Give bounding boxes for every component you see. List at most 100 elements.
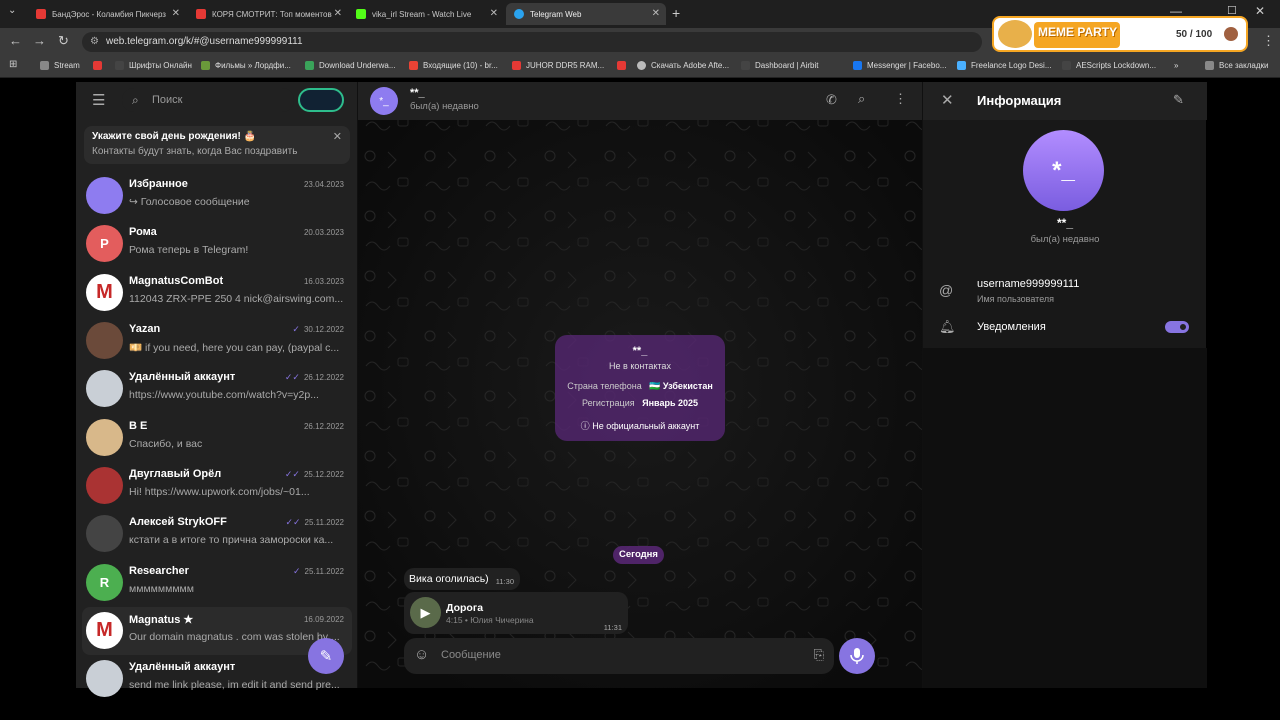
tab-2[interactable]: КОРЯ СМОТРИТ: Топ моментов ✕ (188, 3, 348, 25)
telegram-icon (514, 9, 524, 19)
bookmark-download[interactable]: Download Underwa... (305, 61, 395, 70)
chat-list-item[interactable]: Удалённый аккаунт ✓✓ 26.12.2022 https://www… (82, 365, 352, 413)
bookmark-adobe[interactable]: Скачать Adobe Afte... (637, 61, 729, 70)
chat-list-item[interactable]: M MagnatusComBot 16.03.2023 112043 ZRX-PPE … (82, 269, 352, 317)
more-icon[interactable]: ⋮ (894, 91, 907, 107)
emoji-icon[interactable]: ☺ (414, 646, 429, 663)
new-chat-button[interactable]: ✎ (308, 638, 344, 674)
menu-icon[interactable]: ⋮ (1262, 33, 1275, 49)
message-composer[interactable]: ☺ Сообщение ⎘ (404, 638, 834, 674)
notifications-label: Уведомления (977, 321, 1046, 333)
bookmark-airbit[interactable]: Dashboard | Airbit (741, 61, 818, 70)
new-tab-icon[interactable]: + (672, 5, 680, 21)
chat-name: Рома (129, 226, 157, 238)
chat-list-item[interactable]: R Researcher ✓ 25.11.2022 ммммммммм (82, 559, 352, 607)
bookmark-stream[interactable]: Stream (40, 61, 80, 70)
site-icon (637, 61, 646, 70)
chat-list-item[interactable]: Двуглавый Орёл ✓✓ 25.12.2022 Hi! https://ww… (82, 462, 352, 510)
close-window-icon[interactable]: ✕ (1255, 4, 1265, 18)
bookmark-messenger[interactable]: Messenger | Facebo... (853, 61, 946, 70)
youtube-icon (36, 9, 46, 19)
chat-header[interactable]: *_ **_ был(а) недавно ✆ ⌕ ⋮ (358, 82, 922, 120)
bookmark-youtube[interactable] (617, 61, 631, 70)
chat-name: **_ (410, 87, 425, 99)
bookmark-films[interactable]: Фильмы » Лордфи... (201, 61, 291, 70)
back-icon[interactable]: ← (9, 33, 22, 48)
chat-list-item[interactable]: B E 26.12.2022 Спасибо, и вас (82, 414, 352, 462)
edit-icon[interactable]: ✎ (1173, 92, 1184, 108)
site-icon (201, 61, 210, 70)
bookmarks-bar: ⊞ Stream Шрифты Онлайн Фильмы » Лордфи..… (0, 56, 1280, 78)
chat-name: Алексей StrykOFF (129, 516, 227, 528)
reload-icon[interactable]: ↻ (58, 33, 69, 49)
card-value: Январь 2025 (642, 398, 699, 408)
apps-icon[interactable]: ⊞ (9, 59, 17, 70)
card-phone-row: Страна телефона 🇺🇿 Узбекистан (555, 381, 725, 392)
microphone-icon (850, 648, 864, 664)
close-icon[interactable]: ✕ (172, 8, 180, 19)
meme-score: 50 / 100 (1176, 29, 1213, 40)
message-bubble[interactable]: Вика оголилась) 11:30 (404, 568, 520, 590)
username-row[interactable]: @ username999999111 Имя пользователя (923, 270, 1207, 310)
chat-name: Researcher (129, 565, 189, 577)
forward-icon[interactable]: → (33, 33, 46, 48)
close-icon[interactable]: ✕ (334, 8, 342, 19)
bookmark-label: JUHOR DDR5 RAM... (526, 61, 605, 70)
message-time: 11:31 (603, 623, 622, 632)
info-panel-filler (923, 348, 1207, 688)
folder-icon (40, 61, 49, 70)
bookmark-label: Входящие (10) - br... (423, 61, 498, 70)
bookmark-juhor[interactable]: JUHOR DDR5 RAM... (512, 61, 604, 70)
search-icon[interactable]: ⌕ (858, 91, 865, 107)
tab-1[interactable]: БандЭрос - Коламбия Пикчерз ✕ (28, 3, 186, 25)
audio-message[interactable]: ▶ Дорога 4:15 • Юлия Чичерина 11:31 (404, 592, 628, 634)
chat-name: Magnatus ★ (129, 614, 194, 626)
address-bar[interactable]: ⚙ web.telegram.org/k/#@username999999111 (82, 32, 982, 52)
all-bookmarks[interactable]: Все закладки (1205, 61, 1268, 70)
read-check-icon: ✓✓ (284, 372, 300, 382)
avatar[interactable]: *_ (370, 87, 398, 115)
chat-date-text: 20.03.2023 (303, 228, 344, 237)
tab-telegram[interactable]: Telegram Web ✕ (506, 3, 666, 25)
birthday-banner[interactable]: Укажите свой день рождения! 🎂 Контакты б… (84, 126, 350, 164)
close-icon[interactable]: ✕ (941, 91, 954, 109)
story-avatar[interactable] (298, 88, 344, 112)
tab-list-icon[interactable]: ⌄ (8, 5, 16, 16)
play-button[interactable]: ▶ (410, 597, 441, 628)
bookmark-fonts[interactable]: Шрифты Онлайн (115, 61, 192, 70)
close-icon[interactable]: ✕ (490, 8, 498, 19)
phone-icon[interactable]: ✆ (826, 92, 837, 108)
bookmark-item[interactable] (93, 61, 107, 70)
site-icon (957, 61, 966, 70)
hamburger-menu-icon[interactable]: ☰ (92, 91, 105, 109)
close-icon[interactable]: ✕ (333, 130, 342, 143)
notifications-toggle[interactable] (1165, 321, 1189, 333)
chat-name: Удалённый аккаунт (129, 371, 236, 383)
youtube-icon (196, 9, 206, 19)
voice-record-button[interactable] (839, 638, 875, 674)
profile-avatar[interactable]: *_ (1023, 130, 1104, 211)
tab-title: Telegram Web (530, 9, 582, 19)
avatar (86, 177, 123, 214)
bookmark-gmail[interactable]: Входящие (10) - br... (409, 61, 498, 70)
chat-status: был(а) недавно (410, 101, 479, 112)
gmail-icon (409, 61, 418, 70)
bookmark-aescripts[interactable]: AEScripts Lockdown... (1062, 61, 1156, 70)
more-bookmarks-icon[interactable]: » (1174, 61, 1178, 70)
chat-area: *_ **_ был(а) недавно ✆ ⌕ ⋮ **_ Не в кон… (358, 82, 922, 688)
site-info-icon[interactable]: ⚙ (90, 32, 99, 52)
tab-3[interactable]: vika_irl Stream - Watch Live ✕ (348, 3, 504, 25)
site-icon (1062, 61, 1071, 70)
chat-list-item[interactable]: Р Рома 20.03.2023 Рома теперь в Telegram! (82, 220, 352, 268)
close-icon[interactable]: ✕ (652, 8, 660, 19)
attach-icon[interactable]: ⎘ (814, 647, 824, 663)
chat-list-item[interactable]: Алексей StrykOFF ✓✓ 25.11.2022 кстати а в и… (82, 510, 352, 558)
bookmark-label: Шрифты Онлайн (129, 61, 192, 70)
chat-list-item[interactable]: Yazan ✓ 30.12.2022 💴 if you need, here you … (82, 317, 352, 365)
site-icon (305, 61, 314, 70)
message-input[interactable]: Сообщение (441, 649, 501, 661)
bookmark-freelance[interactable]: Freelance Logo Desi... (957, 61, 1052, 70)
bookmark-label: Download Underwa... (319, 61, 396, 70)
chat-list-item[interactable]: Избранное 23.04.2023 ↪ Голосовое сообщение (82, 172, 352, 220)
search-input[interactable]: Поиск (122, 88, 294, 112)
